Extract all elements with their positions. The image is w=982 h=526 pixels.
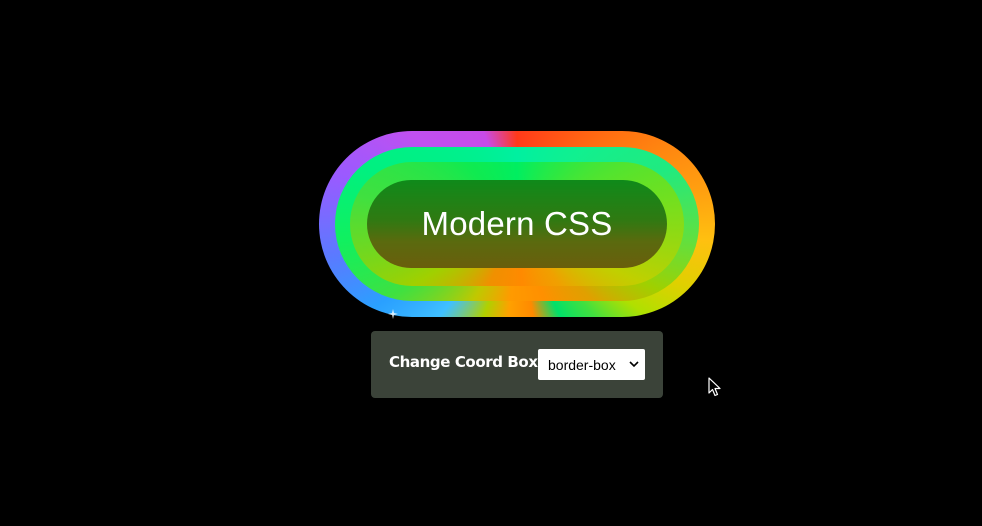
demo-pill: Modern CSS	[367, 180, 667, 268]
coord-box-label: Change Coord Box:	[389, 353, 544, 371]
demo-pill-text: Modern CSS	[421, 205, 613, 242]
coord-box-control-panel: Change Coord Box: border-box	[371, 331, 663, 398]
mouse-cursor-icon	[708, 377, 721, 397]
chevron-down-icon	[629, 361, 639, 368]
coord-box-select[interactable]: border-box	[538, 349, 645, 380]
coord-box-select-value: border-box	[548, 356, 616, 373]
sparkle-icon	[388, 309, 398, 319]
